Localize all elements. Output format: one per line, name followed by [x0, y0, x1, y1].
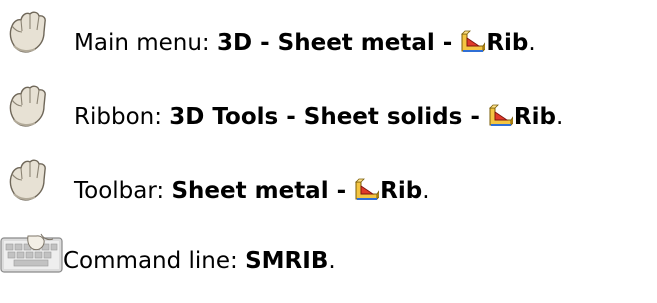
rib-command-name: Rib — [513, 104, 556, 130]
command-line-access-text: Command line: SMRIB. — [63, 248, 336, 274]
mouse-hand-icon — [0, 156, 64, 206]
toolbar-access-text: Toolbar: Sheet metal - Rib. — [74, 178, 430, 204]
ribbon-access-text: Ribbon: 3D Tools - Sheet solids - Rib. — [74, 104, 563, 130]
access-method-label: Command line: — [63, 248, 246, 274]
mouse-hand-icon — [0, 82, 64, 132]
sheet-metal-rib-icon — [488, 104, 513, 128]
menu-access-line: Main menu: 3D - Sheet metal - Rib. — [0, 18, 536, 68]
access-method-label: Toolbar: — [74, 178, 172, 204]
toolbar-access-line: Toolbar: Sheet metal - Rib. — [0, 166, 430, 216]
command-line-access-line: Command line: SMRIB. — [0, 240, 336, 282]
ribbon-path: 3D Tools - Sheet solids - — [169, 104, 488, 130]
rib-command-name: Rib — [486, 30, 529, 56]
line-period: . — [328, 248, 336, 274]
access-method-label: Main menu: — [74, 30, 217, 56]
ribbon-access-line: Ribbon: 3D Tools - Sheet solids - Rib. — [0, 92, 563, 142]
line-period: . — [422, 178, 430, 204]
sheet-metal-rib-icon — [460, 30, 485, 54]
line-period: . — [528, 30, 536, 56]
menu-path: 3D - Sheet metal - — [217, 30, 461, 56]
keyboard-icon — [0, 232, 63, 274]
sheet-metal-rib-icon — [354, 178, 379, 202]
rib-command-name: Rib — [380, 178, 423, 204]
toolbar-path: Sheet metal - — [171, 178, 355, 204]
command-name: SMRIB — [245, 248, 329, 274]
menu-access-text: Main menu: 3D - Sheet metal - Rib. — [74, 30, 536, 56]
access-method-label: Ribbon: — [74, 104, 170, 130]
line-period: . — [555, 104, 564, 130]
mouse-hand-icon — [0, 8, 64, 58]
